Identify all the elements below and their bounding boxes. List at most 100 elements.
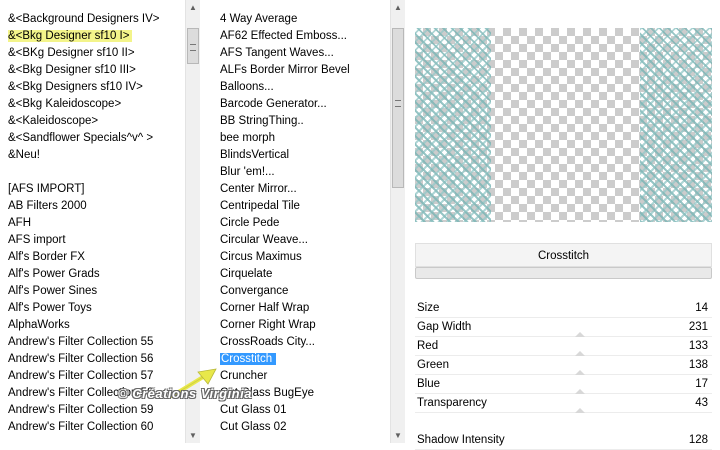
category-item[interactable]: &<Background Designers IV> (0, 11, 184, 28)
category-label: Andrew's Filter Collection 56 (8, 353, 154, 365)
category-item[interactable]: Alf's Power Toys (0, 300, 184, 317)
parameter-slider[interactable]: Blue 17 (415, 375, 712, 394)
category-items: &<Background Designers IV> &<Bkg Designer… (0, 11, 184, 436)
parameter-value: 231 (688, 321, 708, 333)
preview-filter-name: Crosstitch (415, 243, 712, 267)
parameter-slider[interactable]: Red 133 (415, 337, 712, 356)
category-list[interactable]: &<Background Designers IV> &<Bkg Designer… (0, 0, 184, 443)
filter-item[interactable]: bee morph (216, 130, 388, 147)
filter-label: Circle Pede (220, 217, 280, 229)
parameter-label: Gap Width (417, 321, 472, 333)
category-item[interactable]: Andrew's Filter Collection 60 (0, 419, 184, 436)
scroll-down-arrow-icon[interactable]: ▼ (186, 428, 200, 443)
category-item[interactable]: AlphaWorks (0, 317, 184, 334)
filter-scrollbar[interactable]: ▲ ▼ (390, 0, 405, 443)
filter-label: ALFs Border Mirror Bevel (220, 64, 350, 76)
filter-item[interactable]: Corner Half Wrap (216, 300, 388, 317)
filter-label: AF62 Effected Emboss... (220, 30, 347, 42)
category-item[interactable]: Andrew's Filter Collection 55 (0, 334, 184, 351)
filter-item[interactable]: Balloons... (216, 79, 388, 96)
filter-item[interactable]: Circular Weave... (216, 232, 388, 249)
filter-item[interactable]: Cruncher (216, 368, 388, 385)
filter-item[interactable]: Convergance (216, 283, 388, 300)
category-label: &Neu! (8, 149, 40, 161)
parameter-slider[interactable]: Gap Width 231 (415, 318, 712, 337)
category-item[interactable]: &<BKg Designer sf10 II> (0, 45, 184, 62)
filter-item[interactable]: Cut Glass 02 (216, 419, 388, 436)
filter-item[interactable]: Crosstitch (216, 351, 388, 368)
filter-item[interactable]: ALFs Border Mirror Bevel (216, 62, 388, 79)
list-spacer (0, 164, 184, 181)
category-item[interactable]: Andrew's Filter Collection 59 (0, 402, 184, 419)
filter-scroll-thumb[interactable] (392, 28, 404, 188)
filter-item[interactable]: 4 Way Average (216, 11, 388, 28)
filter-label: Barcode Generator... (220, 98, 327, 110)
category-item[interactable]: Alf's Border FX (0, 249, 184, 266)
filter-list[interactable]: 4 Way Average AF62 Effected Emboss... AFS … (216, 0, 388, 443)
filter-item[interactable]: BlindsVertical (216, 147, 388, 164)
category-label: Andrew's Filter Collection 59 (8, 404, 154, 416)
filter-label: Balloons... (220, 81, 274, 93)
category-label: Alf's Border FX (8, 251, 85, 263)
parameter-label: Blue (417, 378, 441, 390)
filter-item[interactable]: Cut Glass 01 (216, 402, 388, 419)
filter-item[interactable]: Barcode Generator... (216, 96, 388, 113)
category-item[interactable]: Andrew's Filter Collection 57 (0, 368, 184, 385)
category-item[interactable]: AB Filters 2000 (0, 198, 184, 215)
filter-item[interactable]: AFS Tangent Waves... (216, 45, 388, 62)
filter-item[interactable]: Center Mirror... (216, 181, 388, 198)
scroll-up-arrow-icon[interactable]: ▲ (186, 0, 200, 15)
filter-label: Cirquelate (220, 268, 273, 280)
category-item[interactable]: Alf's Power Sines (0, 283, 184, 300)
preview-pane: Crosstitch Size 14 Gap Width 231 Red 133 Green… (409, 0, 720, 450)
filter-label: bee morph (220, 132, 275, 144)
filter-label: BB StringThing.. (220, 115, 304, 127)
preview-image (415, 28, 712, 222)
category-item[interactable]: Andrew's Filter Collection 56 (0, 351, 184, 368)
parameter-label: Transparency (417, 397, 487, 409)
filter-item[interactable]: Centripedal Tile (216, 198, 388, 215)
category-item[interactable]: &<Bkg Designer sf10 I> (0, 28, 184, 45)
filter-label: BlindsVertical (220, 149, 290, 161)
category-item[interactable]: &<Kaleidoscope> (0, 113, 184, 130)
filter-item[interactable]: AF62 Effected Emboss... (216, 28, 388, 45)
scroll-up-arrow-icon[interactable]: ▲ (391, 0, 405, 15)
filter-item[interactable]: Circle Pede (216, 215, 388, 232)
filter-label: CrossRoads City... (220, 336, 316, 348)
parameter-slider[interactable]: Shadow Intensity 128 (415, 431, 712, 450)
category-label: Alf's Power Sines (8, 285, 98, 297)
category-label: Andrew's Filter Collection 55 (8, 336, 154, 348)
filter-item[interactable]: Circus Maximus (216, 249, 388, 266)
filter-label: Corner Right Wrap (220, 319, 316, 331)
filter-label: Centripedal Tile (220, 200, 300, 212)
parameter-slider[interactable]: Size 14 (415, 299, 712, 318)
filter-item[interactable]: Corner Right Wrap (216, 317, 388, 334)
category-item[interactable]: &<Bkg Kaleidoscope> (0, 96, 184, 113)
filter-item[interactable]: BB StringThing.. (216, 113, 388, 130)
category-item[interactable]: &<Bkg Designers sf10 IV> (0, 79, 184, 96)
category-label: AB Filters 2000 (8, 200, 87, 212)
category-item[interactable]: Alf's Power Grads (0, 266, 184, 283)
category-item[interactable]: AFS import (0, 232, 184, 249)
category-item[interactable]: &<Bkg Designer sf10 III> (0, 62, 184, 79)
watermark-text: © Créations Virginia (118, 386, 252, 401)
filter-item[interactable]: CrossRoads City... (216, 334, 388, 351)
category-item[interactable]: &<Sandflower Specials^v^ > (0, 130, 184, 147)
parameter-value: 138 (688, 359, 708, 371)
parameter-controls: Size 14 Gap Width 231 Red 133 Green 138 Blue 17 Tr… (415, 299, 712, 450)
category-item[interactable]: [AFS IMPORT] (0, 181, 184, 198)
category-label: Alf's Power Grads (8, 268, 100, 280)
category-scroll-thumb[interactable] (187, 28, 199, 64)
parameter-slider[interactable]: Green 138 (415, 356, 712, 375)
parameter-value: 43 (695, 397, 708, 409)
filter-label: Crosstitch (220, 353, 277, 365)
category-label: AFS import (8, 234, 66, 246)
filter-label: Blur 'em!... (220, 166, 275, 178)
filter-item[interactable]: Cirquelate (216, 266, 388, 283)
category-item[interactable]: &Neu! (0, 147, 184, 164)
scroll-down-arrow-icon[interactable]: ▼ (391, 428, 405, 443)
category-item[interactable]: AFH (0, 215, 184, 232)
parameter-slider[interactable]: Transparency 43 (415, 394, 712, 413)
category-label: &<Sandflower Specials^v^ > (8, 132, 154, 144)
filter-item[interactable]: Blur 'em!... (216, 164, 388, 181)
